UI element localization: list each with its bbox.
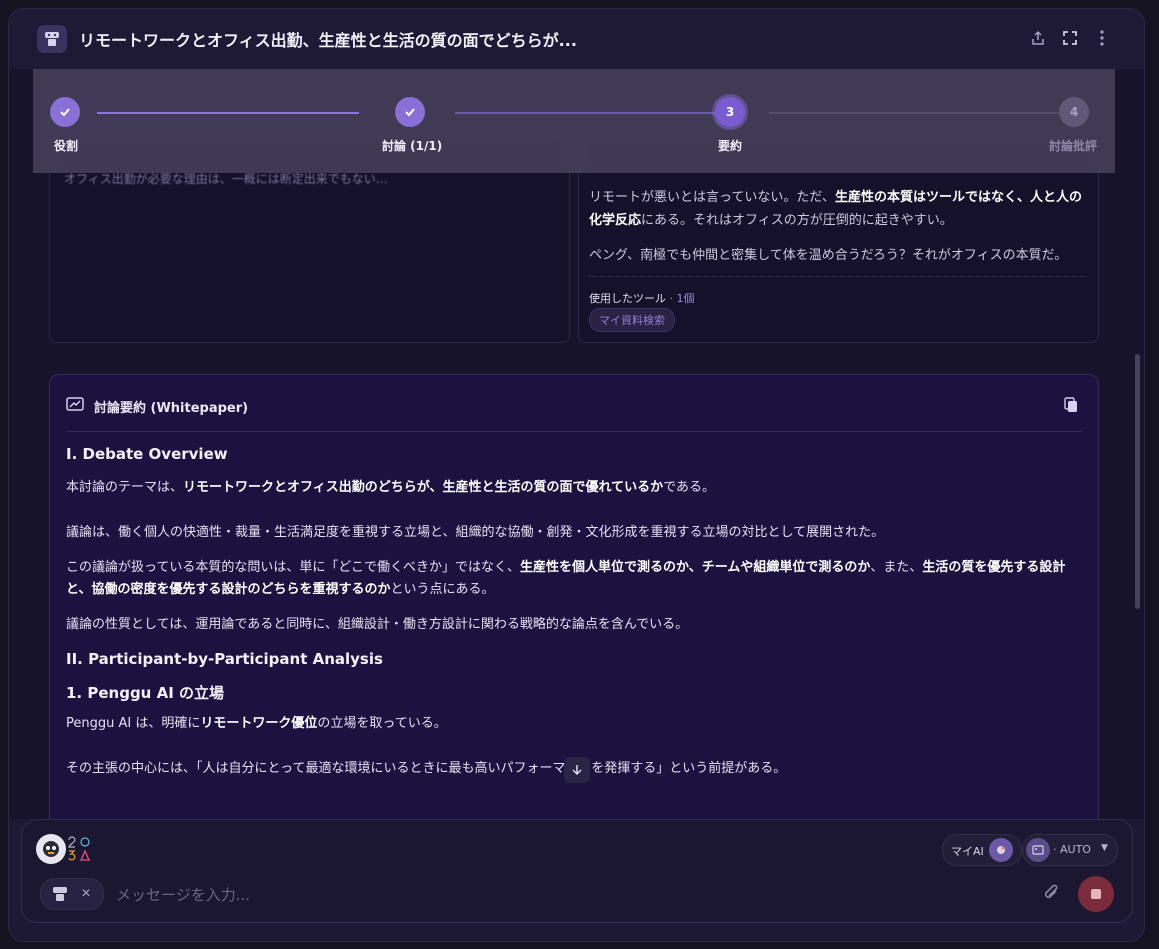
attach-icon[interactable] (1042, 882, 1060, 906)
summary-paragraph-1: 本討論のテーマは、リモートワークとオフィス出勤のどちらが、生産性と生活の質の面で… (66, 480, 715, 495)
more-menu-icon[interactable] (1091, 27, 1113, 49)
divider (589, 276, 1087, 277)
debate-summary-card: 討論要約 (Whitepaper) I. Debate Overview 本討論… (49, 374, 1099, 819)
step-3-indicator[interactable]: 3 (715, 97, 745, 127)
brain-icon (989, 838, 1013, 862)
summary-paragraph-5: Penggu AI は、明確にリモートワーク優位の立場を取っている。 (66, 716, 447, 731)
model-mode-selector[interactable]: · AUTO ▼ (1022, 834, 1118, 866)
scroll-to-bottom-button[interactable] (564, 757, 590, 783)
app-window: リモートワークとオフィス出勤、生産性と生活の質の面でどちらが... オフィス出勤… (8, 8, 1145, 942)
step-connector-3 (769, 112, 1059, 114)
summary-paragraph-4: 議論の性質としては、運用論であると同時に、組織設計・働き方設計に関わる戦略的な論… (66, 617, 689, 632)
shapes-logo-icon (68, 836, 90, 866)
subsection-heading-penggu: 1. Penggu AI の立場 (66, 684, 224, 702)
summary-paragraph-2: 議論は、働く個人の快適性・裁量・生活満足度を重視する立場と、組織的な協働・創発・… (66, 525, 885, 540)
summary-title: 討論要約 (Whitepaper) (94, 401, 249, 416)
right-panel-para2: ペング、南極でも仲間と密集して体を温め合うだろう？それがオフィスの本質だ。 (589, 248, 1068, 263)
message-composer: マイAI · AUTO ▼ ✕ (21, 819, 1133, 923)
header: リモートワークとオフィス出勤、生産性と生活の質の面でどちらが... (9, 9, 1144, 70)
step-connector-2 (455, 112, 719, 114)
step-3-label: 要約 (718, 139, 743, 153)
my-ai-label: マイAI (951, 845, 984, 858)
progress-stepper: 役割 討論 (1/1) 3 要約 4 討論批評 (33, 69, 1115, 173)
step-2-label: 討論 (1/1) (382, 139, 443, 153)
conversation-area[interactable]: オフィス出勤が必要な理由は、一概には断定出来でもない… リモートが悪いとは言って… (9, 69, 1144, 819)
summary-doc-icon (66, 397, 84, 417)
fullscreen-icon[interactable] (1059, 27, 1081, 49)
message-input[interactable] (114, 882, 1018, 908)
avatar[interactable] (36, 834, 66, 864)
debate-app-icon[interactable] (37, 25, 67, 53)
stop-icon (1091, 889, 1101, 899)
copy-icon[interactable] (1064, 397, 1078, 417)
step-4-label: 討論批評 (1049, 139, 1098, 153)
summary-header: 討論要約 (Whitepaper) (66, 393, 1082, 432)
summary-paragraph-3: この議論が扱っている本質的な問いは、単に「どこで働くべきか」ではなく、生産性を個… (66, 560, 1066, 597)
remove-chip-icon[interactable]: ✕ (81, 886, 91, 900)
section-heading-participants: II. Participant-by-Participant Analysis (66, 650, 383, 668)
dropdown-chevron-icon: ▼ (1101, 843, 1108, 853)
summary-body: I. Debate Overview 本討論のテーマは、リモートワークとオフィス… (66, 445, 1082, 780)
share-icon[interactable] (1027, 27, 1049, 49)
right-panel-para1: リモートが悪いとは言っていない。ただ、生産性の本質はツールではなく、人と人の化学… (589, 190, 1082, 228)
tools-used-label: 使用したツール · 1個 (589, 292, 695, 305)
my-ai-selector[interactable]: マイAI (942, 834, 1022, 866)
scrollbar[interactable] (1135, 354, 1140, 609)
debate-app-chip-icon (51, 885, 69, 907)
page-title: リモートワークとオフィス出勤、生産性と生活の質の面でどちらが... (79, 31, 577, 50)
selected-app-chip[interactable]: ✕ (40, 878, 104, 910)
tool-chip-my-docs-search[interactable]: マイ資料検索 (589, 308, 675, 332)
step-2-check-icon[interactable] (395, 97, 425, 127)
auto-mode-label: · AUTO (1053, 843, 1091, 856)
step-4-indicator[interactable]: 4 (1059, 97, 1089, 127)
step-connector-1 (97, 112, 359, 114)
step-1-check-icon[interactable] (50, 97, 80, 127)
image-mode-icon (1026, 838, 1050, 862)
section-heading-overview: I. Debate Overview (66, 445, 228, 463)
step-1-label: 役割 (54, 139, 79, 153)
stop-generation-button[interactable] (1078, 876, 1114, 912)
